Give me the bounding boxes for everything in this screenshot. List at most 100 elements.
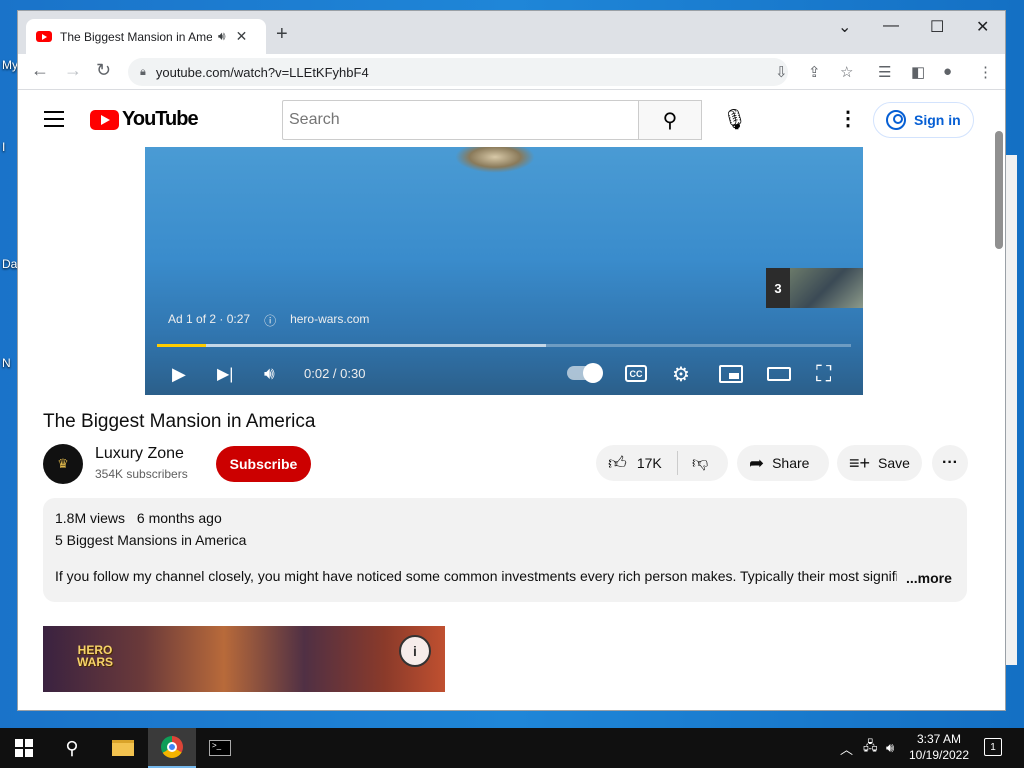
notification-center-icon[interactable]: 1 [984, 738, 1002, 756]
like-button[interactable]: 👍︎ 17K [596, 451, 678, 475]
background-window-edge [1005, 155, 1017, 665]
clock-time: 3:37 AM [916, 732, 962, 746]
video-player[interactable]: Ad 1 of 2 · 0:27 ⓘ hero-wars.com 3 ▶ ▶| … [145, 147, 863, 395]
search-icon[interactable]: ⚲ [52, 728, 92, 768]
fullscreen-icon[interactable]: ⛶ [816, 361, 831, 387]
played-bar [157, 344, 206, 347]
browser-toolbar: ← → ↻ 🔒︎ youtube.com/watch?v=LLEtKFyhbF4… [18, 54, 1005, 90]
tab-strip: The Biggest Mansion in America 🔊︎ ✕ + ⌄ … [18, 11, 1005, 54]
install-icon[interactable]: ⇩ [775, 63, 788, 81]
like-count: 17K [636, 455, 662, 471]
terminal-icon[interactable]: >_ [198, 728, 242, 768]
show-hidden-icons-icon[interactable]: ︿ [840, 728, 853, 768]
url-text[interactable]: youtube.com/watch?v=LLEtKFyhbF4 [156, 65, 369, 80]
ad-info-icon[interactable]: i [399, 635, 431, 667]
search-button[interactable]: ⚲ [638, 100, 702, 140]
channel-avatar[interactable]: ♛ [43, 444, 83, 484]
play-icon[interactable]: ▶ [172, 364, 186, 385]
taskbar: ⚲ >_ ︿ 🖧︎ 🔊︎ 3:37 AM 10/19/2022 1 [0, 728, 1024, 768]
user-circle-icon [886, 110, 906, 130]
forward-arrow-icon[interactable]: → [64, 60, 82, 81]
save-label: Save [878, 455, 910, 471]
share-page-icon[interactable]: ⇪ [808, 63, 821, 81]
profile-icon[interactable]: ● [943, 63, 952, 80]
chrome-menu-icon[interactable]: ⋮ [978, 63, 993, 81]
tab-search-icon[interactable]: ⌄ [838, 17, 851, 37]
network-icon[interactable]: 🖧︎ [863, 728, 878, 768]
player-controls: ▶ ▶| 🔊︎ 0:02 / 0:30 CC ⚙ ⛶ [145, 355, 863, 395]
banner-logo-line: WARS [77, 655, 113, 669]
scrollbar-thumb[interactable] [995, 131, 1003, 249]
bookmark-star-icon[interactable]: ☆ [840, 63, 853, 81]
reload-icon[interactable]: ↻ [96, 60, 111, 81]
hamburger-menu-icon[interactable] [44, 111, 64, 132]
description-headline: 5 Biggest Mansions in America [55, 532, 247, 548]
new-tab-button[interactable]: + [276, 23, 288, 46]
more-horizontal-icon: ··· [942, 454, 958, 471]
taskbar-clock[interactable]: 3:37 AM 10/19/2022 [908, 731, 970, 763]
more-actions-button[interactable]: ··· [932, 445, 968, 481]
video-title: The Biggest Mansion in America [43, 411, 316, 432]
close-window-button[interactable]: ✕ [976, 17, 989, 37]
subscriber-count: 354K subscribers [95, 467, 188, 481]
lock-icon[interactable]: 🔒︎ [140, 66, 146, 79]
tab-title: The Biggest Mansion in America [60, 29, 212, 44]
ad-banner[interactable]: HERO WARS i [43, 626, 445, 692]
subtitles-cc-icon[interactable]: CC [625, 365, 647, 382]
progress-bar[interactable] [157, 344, 851, 347]
search-box[interactable] [282, 100, 638, 140]
sign-in-label: Sign in [914, 112, 961, 128]
desktop-icon-label[interactable]: Da [2, 257, 17, 271]
address-bar[interactable]: 🔒︎ youtube.com/watch?v=LLEtKFyhbF4 [128, 58, 788, 86]
media-control-icon[interactable]: ☰ [878, 63, 891, 81]
theater-mode-icon[interactable] [767, 367, 791, 381]
like-dislike-group: 👍︎ 17K 👎︎ [596, 445, 728, 481]
show-more-link[interactable]: ...more [906, 570, 952, 586]
start-button[interactable] [0, 728, 48, 768]
share-button[interactable]: ➦ Share [737, 445, 829, 481]
windows-logo-icon [15, 739, 33, 757]
desktop-icon-label[interactable]: My [2, 58, 18, 72]
buffered-bar [157, 344, 546, 347]
youtube-logo[interactable]: YouTube [90, 108, 199, 131]
microphone-icon[interactable]: 🎙︎ [722, 107, 747, 132]
channel-name[interactable]: Luxury Zone [95, 445, 184, 463]
maximize-button[interactable]: ☐ [930, 17, 944, 37]
ad-info: Ad 1 of 2 · 0:27 ⓘ hero-wars.com [168, 312, 369, 329]
close-tab-icon[interactable]: ✕ [236, 28, 248, 45]
description-box[interactable]: 1.8M views 6 months ago 5 Biggest Mansio… [43, 498, 967, 602]
search-input[interactable] [289, 111, 629, 129]
chrome-window: The Biggest Mansion in America 🔊︎ ✕ + ⌄ … [17, 10, 1006, 711]
ad-next-preview[interactable]: 3 [766, 268, 863, 308]
video-frame-content [455, 147, 535, 173]
volume-icon[interactable]: 🔊︎ [264, 364, 275, 384]
minimize-button[interactable]: — [883, 17, 899, 35]
youtube-page: YouTube ⚲ 🎙︎ ⋮ Sign in Ad 1 of 2 · 0:27 … [18, 91, 1005, 710]
youtube-wordmark: YouTube [122, 108, 199, 130]
youtube-play-icon [90, 109, 119, 130]
browser-tab[interactable]: The Biggest Mansion in America 🔊︎ ✕ [26, 19, 266, 54]
volume-tray-icon[interactable]: 🔊︎ [886, 728, 894, 768]
subscribe-button[interactable]: Subscribe [216, 446, 311, 482]
ad-info-icon[interactable]: ⓘ [264, 312, 276, 329]
view-count: 1.8M views [55, 510, 126, 526]
ad-domain-link[interactable]: hero-wars.com [290, 312, 369, 329]
autoplay-toggle[interactable] [567, 363, 603, 383]
chrome-taskbar-icon[interactable] [148, 728, 196, 768]
dislike-button[interactable]: 👎︎ [678, 454, 708, 473]
preview-thumbnail [790, 268, 863, 308]
speaker-icon[interactable]: 🔊︎ [218, 29, 226, 44]
crown-icon: ♛ [57, 456, 69, 471]
settings-gear-icon[interactable]: ⚙ [672, 362, 690, 387]
desktop-icon-label[interactable]: N [2, 356, 11, 370]
settings-kebab-icon[interactable]: ⋮ [838, 106, 858, 131]
file-explorer-icon[interactable] [101, 728, 145, 768]
back-arrow-icon[interactable]: ← [31, 60, 49, 81]
page-scrollbar[interactable] [993, 131, 1005, 710]
sign-in-button[interactable]: Sign in [873, 102, 974, 138]
save-button[interactable]: ≡+ Save [837, 445, 922, 481]
miniplayer-icon[interactable] [719, 365, 743, 383]
side-panel-icon[interactable]: ◧ [911, 63, 925, 81]
next-icon[interactable]: ▶| [217, 364, 233, 384]
desktop-icon-label[interactable]: I [2, 140, 5, 154]
